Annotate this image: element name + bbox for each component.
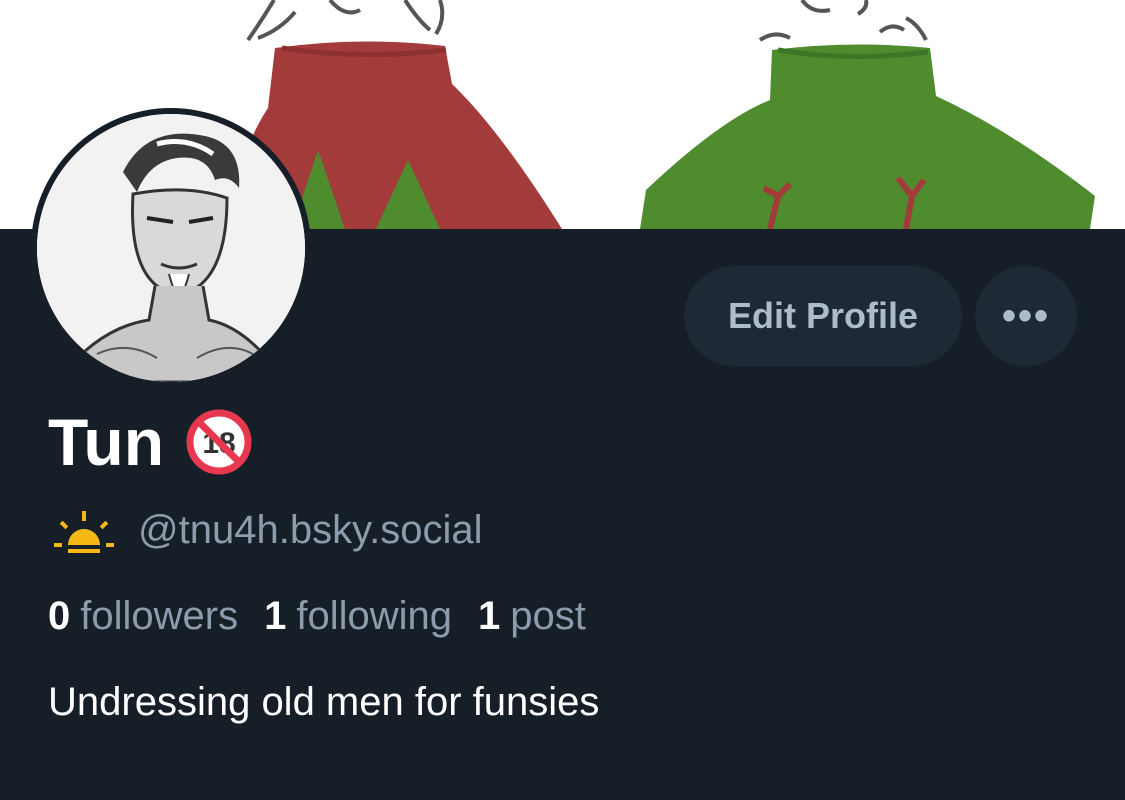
following-stat[interactable]: 1 following <box>264 594 452 639</box>
edit-profile-button[interactable]: Edit Profile <box>684 266 962 366</box>
followers-stat[interactable]: 0 followers <box>48 594 238 639</box>
profile-stats: 0 followers 1 following 1 post <box>48 588 612 644</box>
following-count: 1 <box>264 593 287 638</box>
posts-label: post <box>510 593 586 638</box>
avatar[interactable] <box>31 108 311 388</box>
followers-count: 0 <box>48 593 71 638</box>
display-name-row: Tun 18 <box>48 402 252 482</box>
followers-label: followers <box>80 593 239 638</box>
more-options-button[interactable]: ••• <box>975 266 1077 366</box>
profile-bio: Undressing old men for funsies <box>48 680 600 724</box>
no-under-18-icon: 18 <box>186 409 252 475</box>
avatar-illustration <box>37 114 305 382</box>
following-label: following <box>296 593 452 638</box>
posts-count: 1 <box>478 593 501 638</box>
posts-stat: 1 post <box>478 594 586 639</box>
sunrise-icon <box>50 505 118 555</box>
display-name: Tun <box>48 405 165 479</box>
avatar-image <box>37 114 305 382</box>
profile-page: Edit Profile ••• Tun 18 @tnu4h.bsky.soci… <box>0 0 1125 800</box>
handle-row: @tnu4h.bsky.social <box>50 500 482 560</box>
user-handle[interactable]: @tnu4h.bsky.social <box>138 508 482 553</box>
